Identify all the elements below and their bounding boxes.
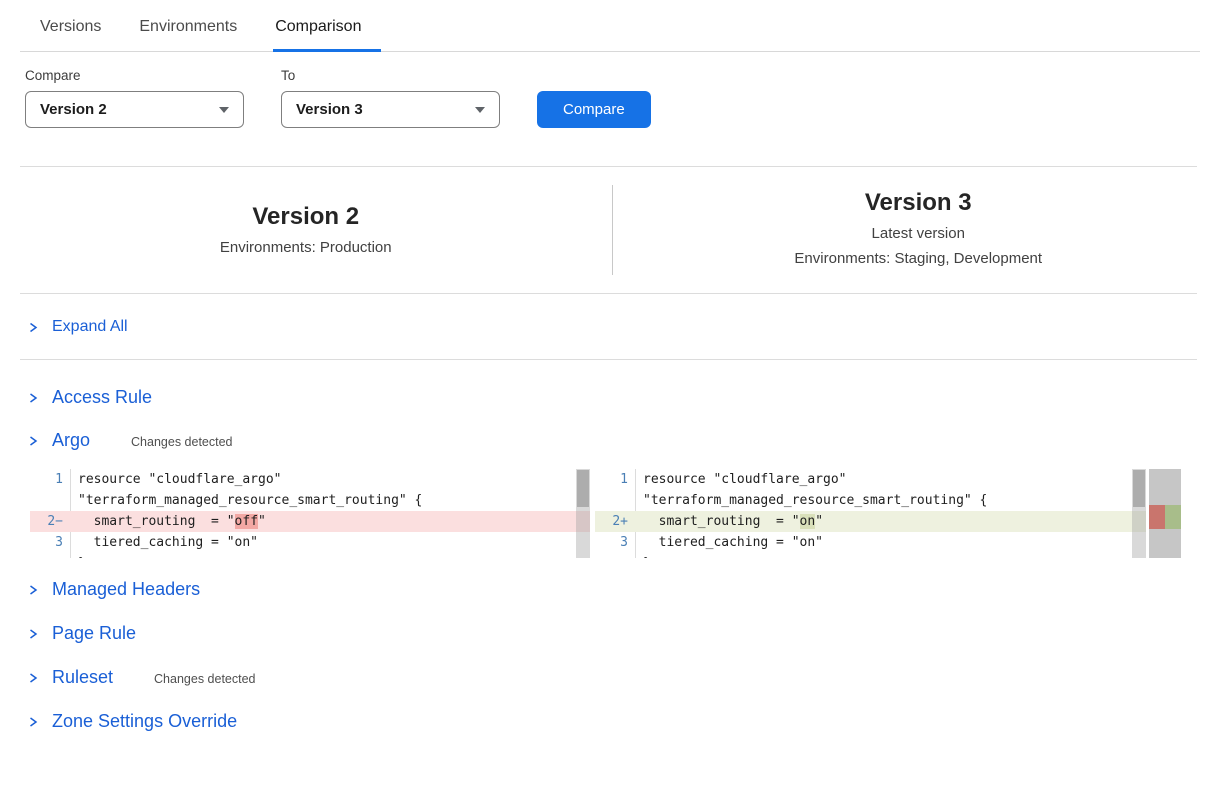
scrollbar[interactable]	[576, 469, 590, 558]
scrollbar[interactable]	[1132, 469, 1146, 558]
diff-line: 3 tiered_caching = "on"	[595, 532, 1146, 553]
chevron-right-icon[interactable]	[27, 321, 39, 334]
deletion-marker	[1149, 505, 1165, 529]
changes-detected-badge: Changes detected	[154, 672, 255, 686]
code-text: "terraform_managed_resource_smart_routin…	[70, 490, 590, 511]
added-token: on	[800, 514, 816, 529]
line-number: 1	[30, 469, 70, 490]
compare-button[interactable]: Compare	[537, 91, 651, 128]
code-text: smart_routing = "off"	[70, 511, 590, 532]
code-text: "terraform_managed_resource_smart_routin…	[635, 490, 1146, 511]
code-text: resource "cloudflare_argo"	[70, 469, 590, 490]
diff-left-pane: 1 resource "cloudflare_argo" "terraform_…	[30, 469, 590, 558]
section-managed-headers[interactable]: Managed Headers	[27, 579, 200, 600]
section-zone-settings-override-label: Zone Settings Override	[52, 711, 237, 732]
line-number	[595, 553, 635, 558]
line-number	[595, 490, 635, 511]
version-headers: Version 2 Environments: Production Versi…	[0, 167, 1224, 293]
scrollbar-thumb[interactable]	[577, 470, 589, 507]
section-managed-headers-label: Managed Headers	[52, 579, 200, 600]
chevron-right-icon[interactable]	[27, 627, 39, 641]
chevron-right-icon[interactable]	[27, 583, 39, 597]
chevron-down-icon	[219, 107, 229, 113]
version-left-header: Version 2 Environments: Production	[0, 167, 612, 293]
section-ruleset[interactable]: Ruleset Changes detected	[27, 667, 256, 688]
line-number: 1	[595, 469, 635, 490]
code-text: tiered_caching = "on"	[70, 532, 590, 553]
line-number: 3	[595, 532, 635, 553]
diff-line: 1 resource "cloudflare_argo"	[30, 469, 590, 490]
compare-to-value: Version 3	[296, 101, 363, 118]
code-text: smart_routing = "on"	[635, 511, 1146, 532]
tab-environments[interactable]: Environments	[139, 18, 237, 36]
tab-versions[interactable]: Versions	[40, 18, 101, 36]
diff-overview-ruler[interactable]	[1149, 469, 1181, 558]
version-right-header: Version 3 Latest version Environments: S…	[613, 167, 1224, 293]
active-tab-underline	[273, 49, 381, 52]
compare-to-select[interactable]: Version 3	[281, 91, 500, 128]
version-left-environments: Environments: Production	[0, 239, 612, 256]
compare-from-group: Compare Version 2	[25, 68, 244, 128]
tabs-bar: Versions Environments Comparison	[20, 0, 1200, 52]
code-text: }	[635, 553, 1146, 558]
argo-diff: 1 resource "cloudflare_argo" "terraform_…	[30, 469, 1197, 558]
diff-line-added: 2+ smart_routing = "on"	[595, 511, 1146, 532]
diff-line: "terraform_managed_resource_smart_routin…	[30, 490, 590, 511]
version-right-title: Version 3	[613, 189, 1224, 217]
compare-to-label: To	[281, 68, 500, 83]
diff-right-pane: 1 resource "cloudflare_argo" "terraform_…	[595, 469, 1146, 558]
line-number	[30, 490, 70, 511]
version-right-environments: Environments: Staging, Development	[613, 250, 1224, 267]
scrollbar-thumb[interactable]	[1133, 470, 1145, 507]
diff-line-clipped: }	[595, 553, 1146, 558]
code-text: resource "cloudflare_argo"	[635, 469, 1146, 490]
compare-from-value: Version 2	[40, 101, 107, 118]
tab-list: Versions Environments Comparison	[20, 0, 1200, 51]
line-number: 2−	[30, 511, 70, 532]
section-ruleset-label: Ruleset	[52, 667, 113, 688]
chevron-right-icon[interactable]	[27, 671, 39, 685]
expand-all-label: Expand All	[52, 318, 128, 336]
diff-change-marker[interactable]	[1149, 505, 1181, 529]
line-number: 3	[30, 532, 70, 553]
diff-line: "terraform_managed_resource_smart_routin…	[595, 490, 1146, 511]
compare-form: Compare Version 2 To Version 3 Compare	[0, 52, 1224, 128]
diff-line: 1 resource "cloudflare_argo"	[595, 469, 1146, 490]
section-access-rule-label: Access Rule	[52, 387, 152, 408]
compare-to-group: To Version 3	[281, 68, 500, 128]
tab-comparison[interactable]: Comparison	[275, 18, 361, 36]
section-argo[interactable]: Argo Changes detected	[27, 430, 233, 451]
tab-comparison-label: Comparison	[275, 18, 361, 35]
section-argo-label: Argo	[52, 430, 90, 451]
line-number	[30, 553, 70, 558]
expand-all-button[interactable]: Expand All	[27, 318, 128, 336]
diff-line: 3 tiered_caching = "on"	[30, 532, 590, 553]
diff-line-deleted: 2− smart_routing = "off"	[30, 511, 590, 532]
chevron-right-icon[interactable]	[27, 434, 39, 448]
section-page-rule-label: Page Rule	[52, 623, 136, 644]
section-access-rule[interactable]: Access Rule	[27, 387, 152, 408]
divider	[20, 359, 1197, 360]
addition-marker	[1165, 505, 1181, 529]
compare-from-select[interactable]: Version 2	[25, 91, 244, 128]
section-page-rule[interactable]: Page Rule	[27, 623, 136, 644]
changes-detected-badge: Changes detected	[131, 435, 232, 449]
chevron-right-icon[interactable]	[27, 391, 39, 405]
code-text: }	[70, 553, 590, 558]
deleted-token: off	[235, 514, 258, 529]
divider	[20, 293, 1197, 294]
code-text: tiered_caching = "on"	[635, 532, 1146, 553]
version-right-subtitle: Latest version	[613, 225, 1224, 242]
version-left-title: Version 2	[0, 203, 612, 231]
chevron-right-icon[interactable]	[27, 715, 39, 729]
chevron-down-icon	[475, 107, 485, 113]
section-zone-settings-override[interactable]: Zone Settings Override	[27, 711, 237, 732]
compare-from-label: Compare	[25, 68, 244, 83]
line-number: 2+	[595, 511, 635, 532]
diff-line-clipped: }	[30, 553, 590, 558]
